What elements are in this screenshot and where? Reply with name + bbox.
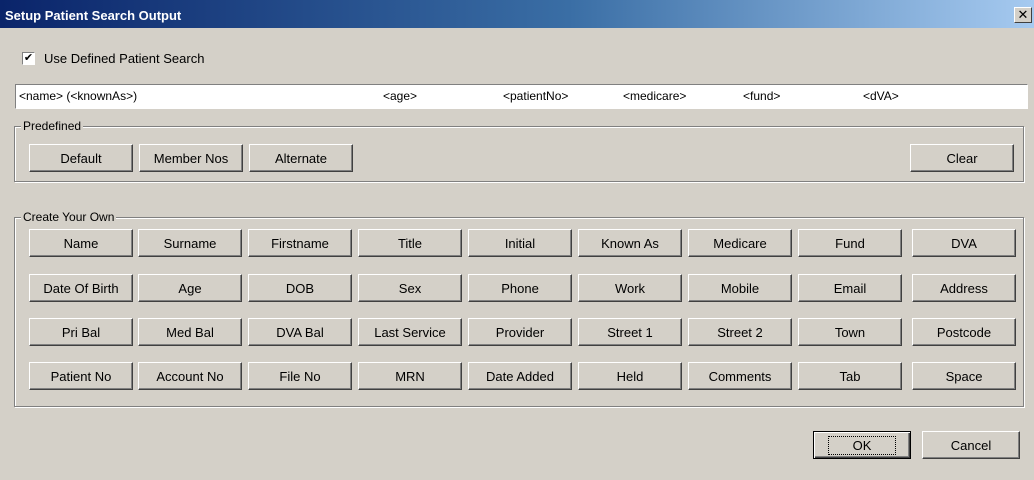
checkmark-icon: ✔: [23, 52, 34, 64]
ok-button-label: OK: [827, 435, 897, 455]
field-button-known-as[interactable]: Known As: [578, 229, 682, 257]
field-button-provider[interactable]: Provider: [468, 318, 572, 346]
field-button-fund[interactable]: Fund: [798, 229, 902, 257]
close-button[interactable]: ✕: [1014, 7, 1032, 23]
field-button-dva-bal[interactable]: DVA Bal: [248, 318, 352, 346]
field-button-med-bal[interactable]: Med Bal: [138, 318, 242, 346]
default-button[interactable]: Default: [29, 144, 133, 172]
field-button-street-2[interactable]: Street 2: [688, 318, 792, 346]
field-button-street-1[interactable]: Street 1: [578, 318, 682, 346]
field-button-last-service[interactable]: Last Service: [358, 318, 462, 346]
title-bar: Setup Patient Search Output ✕: [0, 0, 1034, 28]
field-button-name[interactable]: Name: [29, 229, 133, 257]
use-defined-search-checkbox[interactable]: ✔: [22, 52, 35, 65]
field-button-initial[interactable]: Initial: [468, 229, 572, 257]
field-button-title[interactable]: Title: [358, 229, 462, 257]
field-button-email[interactable]: Email: [798, 274, 902, 302]
pattern-token: <patientNo>: [503, 89, 569, 103]
field-button-mobile[interactable]: Mobile: [688, 274, 792, 302]
pattern-token: <age>: [383, 89, 418, 103]
field-button-work[interactable]: Work: [578, 274, 682, 302]
field-button-address[interactable]: Address: [912, 274, 1016, 302]
field-button-town[interactable]: Town: [798, 318, 902, 346]
pattern-token: <fund>: [743, 89, 781, 103]
field-button-sex[interactable]: Sex: [358, 274, 462, 302]
field-button-phone[interactable]: Phone: [468, 274, 572, 302]
close-icon: ✕: [1017, 7, 1029, 22]
field-button-medicare[interactable]: Medicare: [688, 229, 792, 257]
field-button-held[interactable]: Held: [578, 362, 682, 390]
field-button-postcode[interactable]: Postcode: [912, 318, 1016, 346]
pattern-token: <dVA>: [863, 89, 899, 103]
field-button-patient-no[interactable]: Patient No: [29, 362, 133, 390]
field-button-surname[interactable]: Surname: [138, 229, 242, 257]
field-button-age[interactable]: Age: [138, 274, 242, 302]
field-button-mrn[interactable]: MRN: [358, 362, 462, 390]
use-defined-search-label: Use Defined Patient Search: [44, 51, 205, 66]
field-button-space[interactable]: Space: [912, 362, 1016, 390]
alternate-button[interactable]: Alternate: [249, 144, 353, 172]
field-button-file-no[interactable]: File No: [248, 362, 352, 390]
pattern-token: <name> (<knownAs>): [19, 89, 138, 103]
field-button-dva[interactable]: DVA: [912, 229, 1016, 257]
create-your-own-group-label: Create Your Own: [21, 210, 117, 224]
ok-button[interactable]: OK: [813, 431, 911, 459]
member-nos-button[interactable]: Member Nos: [139, 144, 243, 172]
field-button-date-of-birth[interactable]: Date Of Birth: [29, 274, 133, 302]
search-output-pattern-field[interactable]: <name> (<knownAs>) <age> <patientNo> <me…: [15, 84, 1028, 109]
window-title: Setup Patient Search Output: [5, 8, 182, 23]
field-button-pri-bal[interactable]: Pri Bal: [29, 318, 133, 346]
cancel-button[interactable]: Cancel: [922, 431, 1020, 459]
clear-button[interactable]: Clear: [910, 144, 1014, 172]
predefined-group-label: Predefined: [21, 119, 84, 133]
pattern-token: <medicare>: [623, 89, 687, 103]
field-button-firstname[interactable]: Firstname: [248, 229, 352, 257]
field-button-tab[interactable]: Tab: [798, 362, 902, 390]
field-button-date-added[interactable]: Date Added: [468, 362, 572, 390]
field-button-comments[interactable]: Comments: [688, 362, 792, 390]
field-button-dob[interactable]: DOB: [248, 274, 352, 302]
field-button-account-no[interactable]: Account No: [138, 362, 242, 390]
